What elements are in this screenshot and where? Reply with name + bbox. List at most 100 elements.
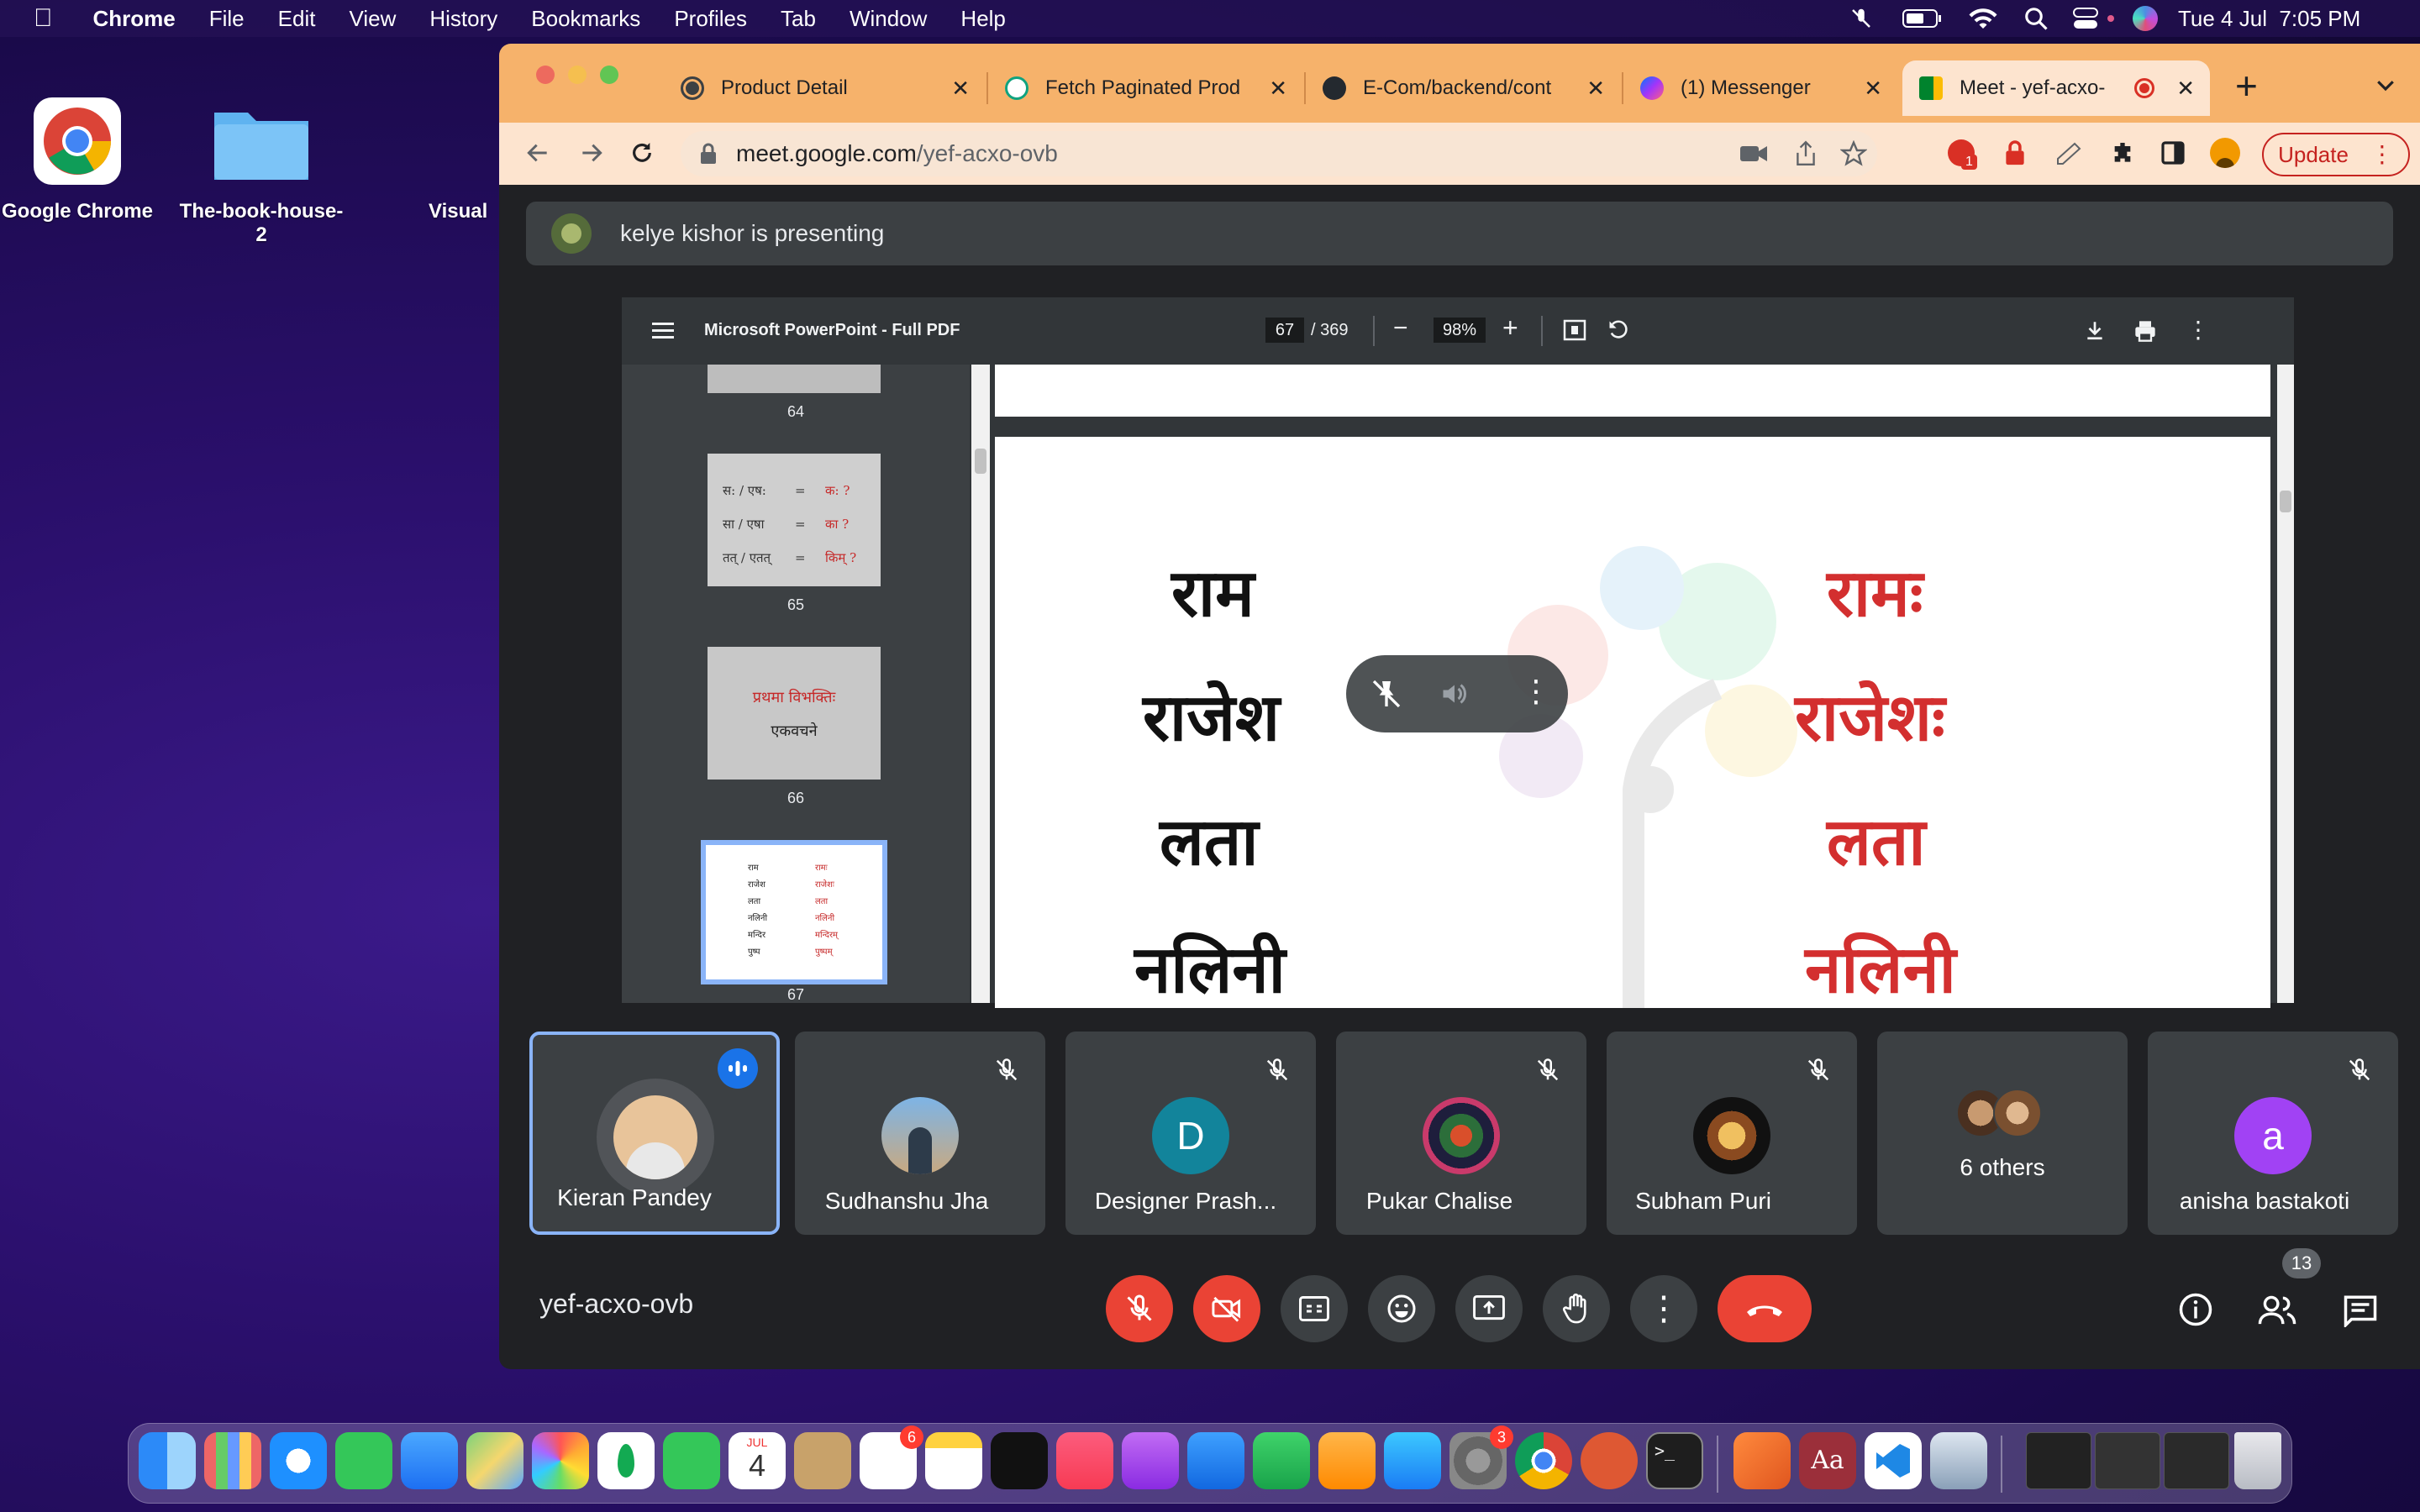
- calendar-icon[interactable]: JUL 4: [729, 1432, 786, 1489]
- close-tab-icon[interactable]: ✕: [1586, 76, 1605, 102]
- camera-in-use-icon[interactable]: [1739, 143, 1768, 165]
- page-thumbnail-65[interactable]: स: / एष: सा / एषा तत् / एतत् = = = क: ? …: [708, 454, 881, 586]
- safari-icon[interactable]: [270, 1432, 327, 1489]
- finder-icon[interactable]: [139, 1432, 196, 1489]
- mongodb-compass-icon[interactable]: [597, 1432, 655, 1489]
- app-store-icon[interactable]: [1384, 1432, 1441, 1489]
- participant-tile-anisha-bastakoti[interactable]: a anisha bastakoti: [2148, 1032, 2398, 1235]
- more-options-button[interactable]: ⋮: [1630, 1275, 1697, 1342]
- pages-icon[interactable]: [1318, 1432, 1376, 1489]
- participant-tile-kieran-pandey[interactable]: Kieran Pandey: [529, 1032, 780, 1235]
- tab-messenger[interactable]: (1) Messenger ✕: [1623, 60, 1897, 116]
- reload-icon[interactable]: [625, 136, 659, 170]
- system-settings-icon[interactable]: 3: [1449, 1425, 1513, 1489]
- side-panel-icon[interactable]: [2156, 136, 2190, 170]
- menu-edit[interactable]: Edit: [261, 6, 333, 32]
- keynote-icon[interactable]: [1187, 1432, 1244, 1489]
- page-number-input[interactable]: 67: [1265, 318, 1304, 343]
- page-thumbnail-66[interactable]: प्रथमा विभक्तिः एकवचने: [708, 647, 881, 780]
- tab-meet-active[interactable]: Meet - yef-acxo- ✕: [1902, 60, 2210, 116]
- close-tab-icon[interactable]: ✕: [2176, 76, 2195, 102]
- music-icon[interactable]: [1056, 1432, 1113, 1489]
- leave-call-button[interactable]: [1718, 1275, 1812, 1342]
- clock-datetime[interactable]: Tue 4 Jul 7:05 PM: [2178, 6, 2360, 32]
- fit-to-page-icon[interactable]: [1563, 319, 1586, 341]
- unpin-icon[interactable]: [1370, 677, 1403, 711]
- vscode-dock-icon[interactable]: [1865, 1432, 1922, 1489]
- preview-icon[interactable]: [1930, 1432, 1987, 1489]
- print-icon[interactable]: [2133, 319, 2158, 343]
- camera-toggle-button[interactable]: [1193, 1275, 1260, 1342]
- duckduckgo-icon[interactable]: [1581, 1432, 1638, 1489]
- present-now-button[interactable]: [1455, 1275, 1523, 1342]
- menu-file[interactable]: File: [192, 6, 261, 32]
- desktop-icon-google-chrome[interactable]: Google Chrome: [0, 97, 161, 223]
- wifi-icon[interactable]: [1968, 6, 1998, 31]
- people-icon[interactable]: [2257, 1292, 2297, 1327]
- desktop-icon-folder[interactable]: The-book-house-2: [177, 97, 345, 247]
- control-center-icon[interactable]: [2072, 6, 2102, 31]
- participant-tile-others[interactable]: 6 others: [1877, 1032, 2128, 1235]
- terminal-icon[interactable]: >_: [1646, 1432, 1703, 1489]
- facetime-icon[interactable]: [663, 1432, 720, 1489]
- close-tab-icon[interactable]: ✕: [1269, 76, 1287, 102]
- extensions-puzzle-icon[interactable]: [2106, 136, 2139, 170]
- profile-avatar-icon[interactable]: [2208, 136, 2242, 170]
- desktop-icon-visual[interactable]: Visual: [376, 97, 578, 223]
- extension-lock-icon[interactable]: [1998, 136, 2032, 170]
- apple-menu-icon[interactable]: : [0, 4, 70, 33]
- reminders-icon[interactable]: 6: [860, 1425, 923, 1489]
- forward-arrow-icon[interactable]: [575, 136, 608, 170]
- minimize-window-button[interactable]: [568, 66, 587, 84]
- podcasts-icon[interactable]: [1122, 1432, 1179, 1489]
- back-arrow-icon[interactable]: [521, 136, 555, 170]
- mail-icon[interactable]: [401, 1432, 458, 1489]
- menu-window[interactable]: Window: [833, 6, 944, 32]
- mic-off-status-icon[interactable]: [1849, 6, 1874, 31]
- tile-more-icon[interactable]: ⋮: [1521, 674, 1551, 709]
- menu-history[interactable]: History: [413, 6, 514, 32]
- tab-fetch-paginated[interactable]: Fetch Paginated Prod ✕: [988, 60, 1302, 116]
- download-icon[interactable]: [2084, 319, 2106, 341]
- raise-hand-button[interactable]: [1543, 1275, 1610, 1342]
- menu-profiles[interactable]: Profiles: [657, 6, 764, 32]
- menu-bookmarks[interactable]: Bookmarks: [514, 6, 657, 32]
- reactions-button[interactable]: [1368, 1275, 1435, 1342]
- page-thumbnail-64[interactable]: [708, 365, 881, 393]
- lock-icon[interactable]: [699, 143, 718, 165]
- tab-product-detail[interactable]: Product Detail ✕: [664, 60, 985, 116]
- trash-icon[interactable]: [2234, 1432, 2281, 1489]
- zoom-out-icon[interactable]: −: [1393, 314, 1408, 343]
- dictionary-icon[interactable]: Aa: [1799, 1432, 1856, 1489]
- zoom-window-button[interactable]: [600, 66, 618, 84]
- minimized-window-thumbnail[interactable]: [2026, 1432, 2091, 1489]
- spotlight-search-icon[interactable]: [2023, 6, 2049, 31]
- new-tab-plus-icon[interactable]: +: [2235, 64, 2258, 108]
- volume-icon[interactable]: [1439, 679, 1470, 709]
- chat-icon[interactable]: [2343, 1294, 2378, 1327]
- extension-pen-icon[interactable]: [2052, 136, 2086, 170]
- close-tab-icon[interactable]: ✕: [951, 76, 970, 102]
- meeting-details-icon[interactable]: [2178, 1292, 2213, 1327]
- tab-search-chevron-icon[interactable]: [2373, 72, 2398, 97]
- participant-tile-pukar-chalise[interactable]: Pukar Chalise: [1336, 1032, 1586, 1235]
- page-thumbnail-67-selected[interactable]: राम राजेश लता नलिनी मन्दिर पुष्प रामः रा…: [701, 840, 887, 984]
- participant-tile-subham-puri[interactable]: Subham Puri: [1607, 1032, 1857, 1235]
- sidebar-scrollbar[interactable]: [971, 365, 990, 1003]
- launchpad-icon[interactable]: [204, 1432, 261, 1489]
- siri-icon[interactable]: [2133, 6, 2158, 31]
- rotate-icon[interactable]: [1607, 318, 1630, 342]
- apple-tv-icon[interactable]: [991, 1432, 1048, 1489]
- captions-button[interactable]: [1281, 1275, 1348, 1342]
- kebab-menu-icon[interactable]: ⋮: [2370, 143, 2394, 166]
- menu-help[interactable]: Help: [944, 6, 1022, 32]
- notes-icon[interactable]: [925, 1432, 982, 1489]
- share-icon[interactable]: [1795, 140, 1817, 167]
- mic-toggle-button[interactable]: [1106, 1275, 1173, 1342]
- page-scrollbar[interactable]: [2277, 365, 2294, 1003]
- update-button[interactable]: Update ⋮: [2262, 133, 2410, 176]
- tab-github-ecom[interactable]: E-Com/backend/cont ✕: [1306, 60, 1620, 116]
- participant-tile-designer-prash[interactable]: D Designer Prash...: [1065, 1032, 1316, 1235]
- photos-icon[interactable]: [532, 1432, 589, 1489]
- maps-icon[interactable]: [466, 1432, 523, 1489]
